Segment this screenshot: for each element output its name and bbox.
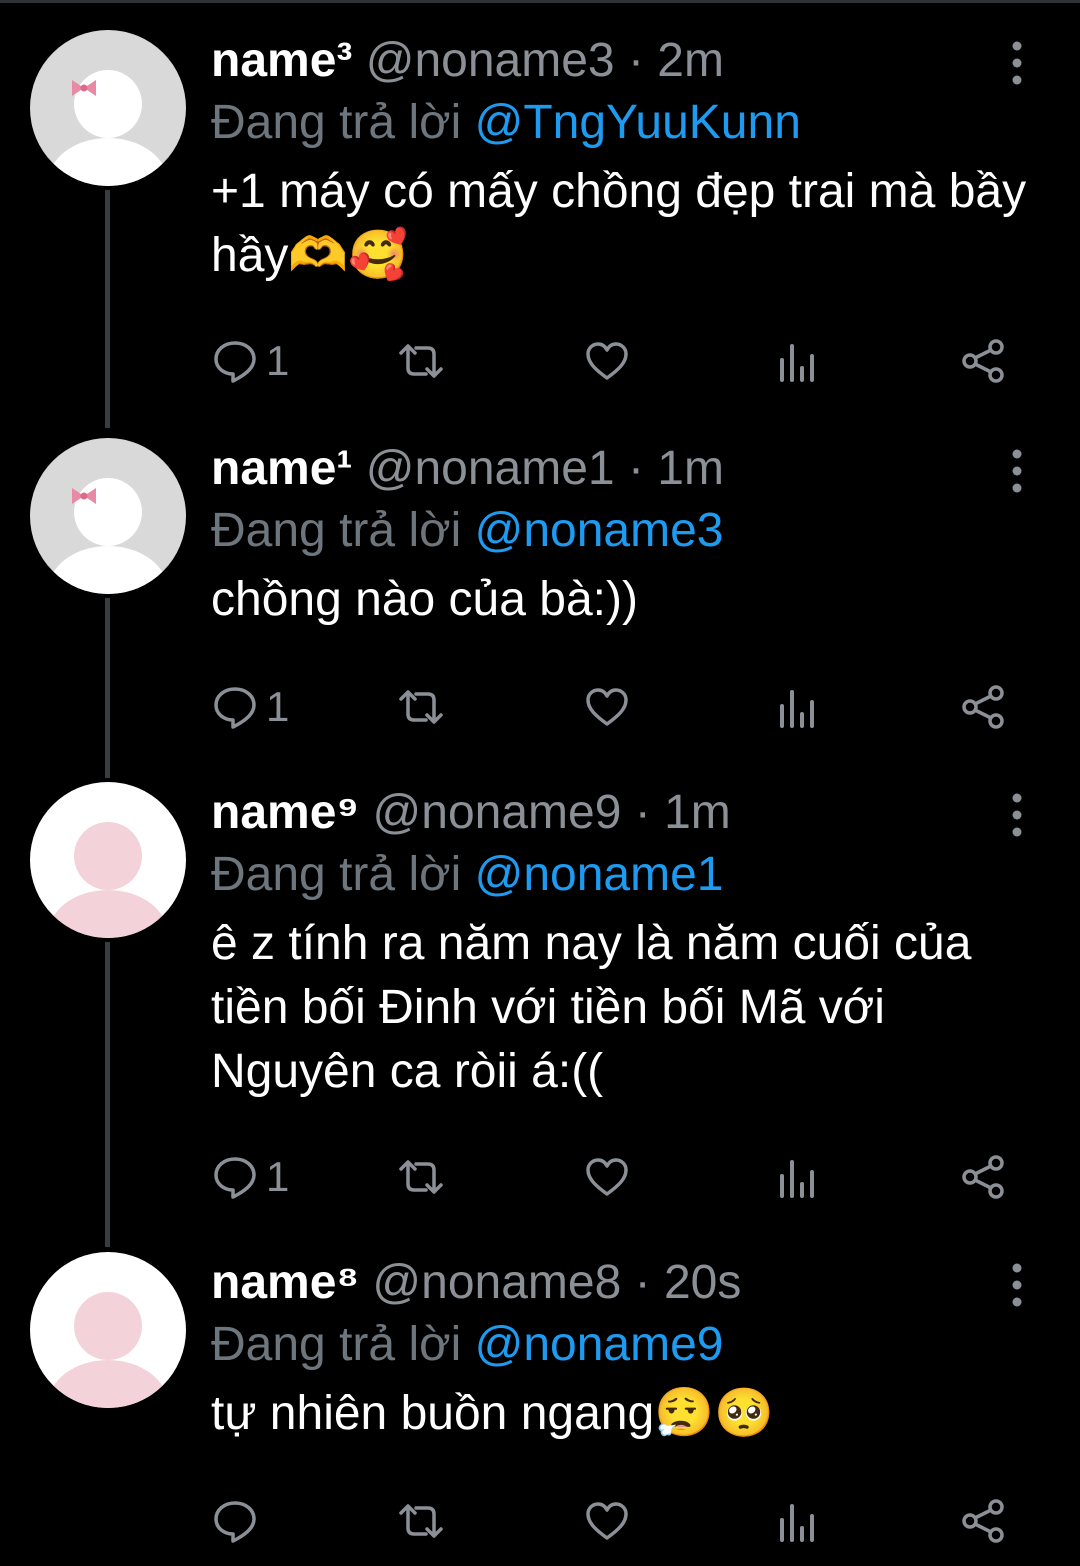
like-button[interactable] [584,336,630,386]
like-button[interactable] [584,1496,630,1546]
share-icon [962,339,1004,383]
separator-dot: · [634,786,651,839]
display-name[interactable]: name⁸ [211,1256,359,1309]
replying-to: Đang trả lời @noname9 [211,1314,1051,1376]
share-icon [962,1499,1004,1543]
tweet-content: name¹ @noname1 · 1m Đang trả lời @noname… [211,438,1051,632]
reply-icon [214,1157,256,1199]
tweet-header: name¹ @noname1 · 1m [211,438,1051,500]
reply-button[interactable]: 1 [212,1152,289,1202]
like-button[interactable] [584,682,630,732]
reply-count: 1 [266,337,290,384]
display-name[interactable]: name³ [211,34,352,87]
share-icon [962,685,1004,729]
reply-count: 1 [266,683,290,730]
reply-mention-link[interactable]: @noname9 [475,1318,724,1371]
top-divider [0,0,1080,3]
bow-icon [72,488,96,504]
display-name[interactable]: name⁹ [211,786,359,839]
like-icon [586,342,628,380]
timestamp[interactable]: 20s [664,1256,741,1309]
tweet-header: name⁸ @noname8 · 20s [211,1252,1051,1314]
user-handle[interactable]: @noname3 [366,34,615,87]
timestamp[interactable]: 2m [657,34,724,87]
tweet-text: chồng nào của bà:)) [211,573,638,626]
tweet-text: ê z tính ra năm nay là năm cuối của tiền… [211,917,972,1098]
views-icon [780,344,814,382]
share-icon [962,1155,1004,1199]
like-icon [586,688,628,726]
user-handle[interactable]: @noname8 [372,1256,621,1309]
more-icon[interactable] [1004,1260,1030,1310]
replying-to: Đang trả lời @TngYuuKunn [211,92,1051,154]
timestamp[interactable]: 1m [657,442,724,495]
tweet-content: name⁹ @noname9 · 1m Đang trả lời @noname… [211,782,1051,1104]
views-button[interactable] [774,336,820,386]
action-bar: 1 [212,682,1032,732]
reply-mention-link[interactable]: @TngYuuKunn [475,96,801,149]
tweet-content: name³ @noname3 · 2m Đang trả lời @TngYuu… [211,30,1051,288]
retweet-icon [399,1160,443,1194]
replying-to: Đang trả lời @noname3 [211,500,1051,562]
user-handle[interactable]: @noname9 [373,786,622,839]
retweet-button[interactable] [398,682,444,732]
bow-icon [72,80,96,96]
tweet[interactable]: name⁸ @noname8 · 20s Đang trả lời @nonam… [0,1252,1080,1492]
avatar[interactable] [30,30,186,186]
tweet-header: name³ @noname3 · 2m [211,30,1051,92]
separator-dot: · [627,442,644,495]
user-handle[interactable]: @noname1 [366,442,615,495]
replying-to: Đang trả lời @noname1 [211,844,1051,906]
replying-to-label: Đang trả lời [211,848,462,901]
tweet-text: tự nhiên buồn ngang😮‍💨🥺 [211,1387,774,1440]
views-button[interactable] [774,1496,820,1546]
timestamp[interactable]: 1m [664,786,731,839]
like-icon [586,1502,628,1540]
reply-icon [214,341,256,383]
tweet-text: +1 máy có mấy chồng đẹp trai mà bầy hầy🫶… [211,165,1027,282]
replying-to-label: Đang trả lời [211,96,462,149]
views-button[interactable] [774,682,820,732]
reply-count: 1 [266,1153,290,1200]
replying-to-label: Đang trả lời [211,1318,462,1371]
views-icon [780,1504,814,1542]
display-name[interactable]: name¹ [211,442,352,495]
share-button[interactable] [960,682,1006,732]
retweet-icon [399,1504,443,1538]
reply-icon [214,687,256,729]
more-icon[interactable] [1004,38,1030,88]
action-bar [212,1496,1032,1546]
share-button[interactable] [960,1152,1006,1202]
like-button[interactable] [584,1152,630,1202]
avatar[interactable] [30,782,186,938]
tweet-header: name⁹ @noname9 · 1m [211,782,1051,844]
action-bar: 1 [212,1152,1032,1202]
views-icon [780,690,814,728]
reply-button[interactable]: 1 [212,682,289,732]
avatar[interactable] [30,438,186,594]
retweet-icon [399,690,443,724]
action-bar: 1 [212,336,1032,386]
reply-button[interactable] [212,1496,266,1546]
share-button[interactable] [960,336,1006,386]
more-icon[interactable] [1004,790,1030,840]
reply-mention-link[interactable]: @noname1 [475,848,724,901]
replying-to-label: Đang trả lời [211,504,462,557]
avatar[interactable] [30,1252,186,1408]
tweet-content: name⁸ @noname8 · 20s Đang trả lời @nonam… [211,1252,1051,1446]
retweet-button[interactable] [398,1152,444,1202]
retweet-button[interactable] [398,1496,444,1546]
like-icon [586,1158,628,1196]
reply-button[interactable]: 1 [212,336,289,386]
separator-dot: · [634,1256,651,1309]
reply-icon [214,1501,256,1543]
retweet-icon [399,344,443,378]
views-button[interactable] [774,1152,820,1202]
retweet-button[interactable] [398,336,444,386]
views-icon [780,1160,814,1198]
separator-dot: · [627,34,644,87]
reply-mention-link[interactable]: @noname3 [475,504,724,557]
share-button[interactable] [960,1496,1006,1546]
more-icon[interactable] [1004,446,1030,496]
